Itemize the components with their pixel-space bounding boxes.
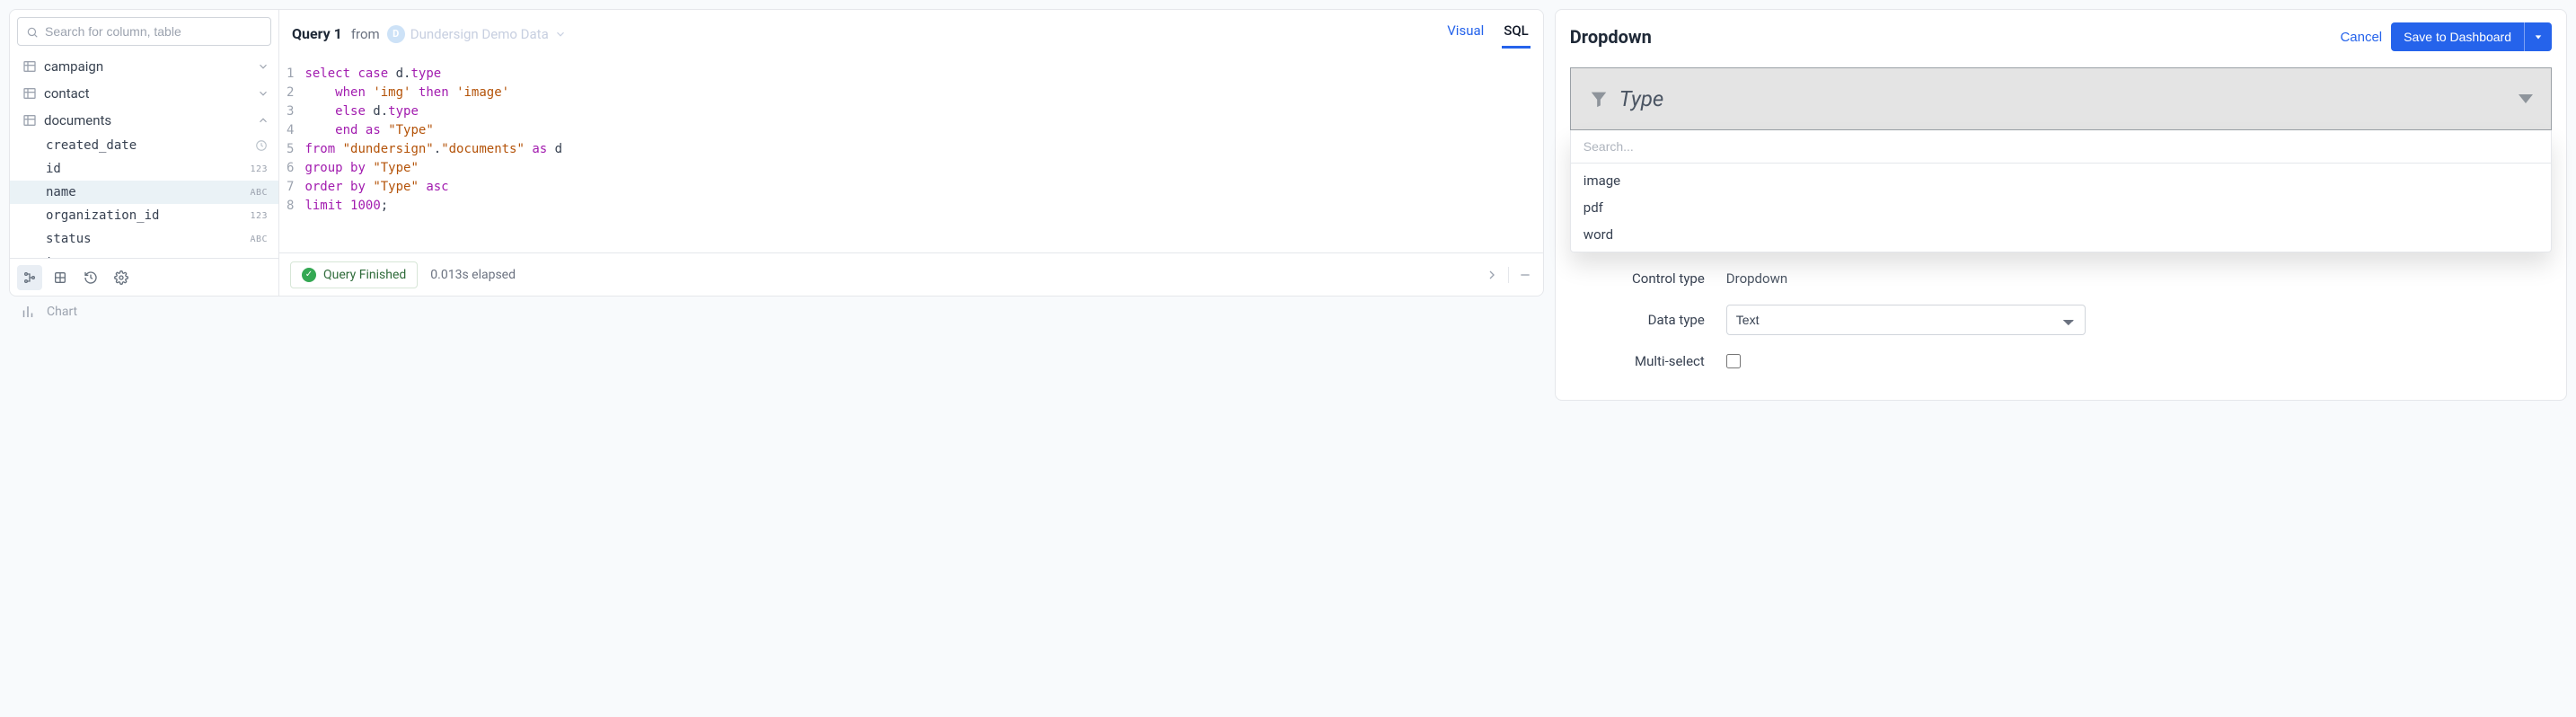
tab-visual[interactable]: Visual xyxy=(1445,19,1486,49)
data-type-select[interactable]: Text xyxy=(1726,305,2086,335)
datasource-icon: D xyxy=(387,25,405,43)
dropdown-search-input[interactable] xyxy=(1571,130,2551,164)
schema-search-input[interactable] xyxy=(17,17,271,46)
schema-tree-toggle[interactable] xyxy=(17,265,42,290)
table-icon xyxy=(22,59,37,74)
status-label: Query Finished xyxy=(323,268,406,282)
check-icon: ✓ xyxy=(302,268,316,282)
row-multi-select: Multi-select xyxy=(1570,344,2552,378)
divider xyxy=(1508,267,1509,283)
control-type-label: Control type xyxy=(1570,270,1705,287)
dropdown-option[interactable]: pdf xyxy=(1571,194,2551,221)
minimize-icon[interactable] xyxy=(1518,268,1532,282)
type-badge-number: 123 xyxy=(250,211,268,221)
chart-icon xyxy=(20,304,36,320)
table-icon xyxy=(22,86,37,101)
gear-icon xyxy=(114,270,128,285)
chevron-down-icon xyxy=(257,87,269,100)
chevron-right-icon[interactable] xyxy=(1485,268,1499,282)
save-dashboard-split-button: Save to Dashboard xyxy=(2391,22,2552,51)
status-elapsed: 0.013s elapsed xyxy=(430,268,516,282)
row-data-type: Data type Text xyxy=(1570,296,2552,344)
cancel-button[interactable]: Cancel xyxy=(2340,30,2382,45)
row-control-type: Control type Dropdown xyxy=(1570,261,2552,296)
column-organization_id[interactable]: organization_id 123 xyxy=(10,204,278,227)
editor-mode-tabs: Visual SQL xyxy=(1445,19,1531,49)
sql-editor[interactable]: 12345678 select case d.type when 'img' t… xyxy=(279,58,1543,252)
chevron-down-icon xyxy=(257,60,269,73)
clock-icon xyxy=(255,139,268,152)
column-status[interactable]: status ABC xyxy=(10,227,278,251)
column-id[interactable]: id 123 xyxy=(10,157,278,181)
schema-browser: campaign contact documents xyxy=(10,10,279,296)
filter-icon xyxy=(1589,89,1609,109)
code-lines: select case d.type when 'img' then 'imag… xyxy=(304,65,562,245)
dropdown-preview[interactable]: Type xyxy=(1570,67,2552,130)
schema-tree: campaign contact documents xyxy=(10,53,278,258)
table-label: documents xyxy=(44,112,257,128)
save-dashboard-button[interactable]: Save to Dashboard xyxy=(2391,22,2524,51)
dropdown-option[interactable]: image xyxy=(1571,167,2551,194)
table-campaign[interactable]: campaign xyxy=(10,53,278,80)
tree-icon xyxy=(22,270,37,285)
dropdown-popover: imagepdfword xyxy=(1570,130,2552,252)
chevron-down-icon xyxy=(554,28,567,40)
query-title: Query 1 xyxy=(292,25,342,42)
settings-toggle[interactable] xyxy=(109,265,134,290)
dropdown-config-panel: Dropdown Cancel Save to Dashboard Type i… xyxy=(1555,9,2567,401)
table-label: campaign xyxy=(44,58,257,75)
table-label: contact xyxy=(44,85,257,102)
table-contact[interactable]: contact xyxy=(10,80,278,107)
history-toggle[interactable] xyxy=(78,265,103,290)
panel-title: Dropdown xyxy=(1570,26,1652,48)
dropdown-options-list: imagepdfword xyxy=(1571,164,2551,252)
from-label: from xyxy=(351,26,380,42)
column-type[interactable]: type ABC xyxy=(10,251,278,258)
line-gutter: 12345678 xyxy=(287,65,304,245)
multi-select-label: Multi-select xyxy=(1570,353,1705,369)
data-type-label: Data type xyxy=(1570,312,1705,328)
table-icon xyxy=(22,113,37,128)
schema-grid-toggle[interactable] xyxy=(48,265,73,290)
control-type-value: Dropdown xyxy=(1726,270,1787,287)
save-dashboard-caret[interactable] xyxy=(2524,22,2552,51)
query-status-bar: ✓ Query Finished 0.013s elapsed xyxy=(279,252,1543,296)
query-status-pill[interactable]: ✓ Query Finished xyxy=(290,261,418,288)
query-editor-panel: Query 1 from D Dundersign Demo Data Visu… xyxy=(279,10,1543,296)
column-name[interactable]: name ABC xyxy=(10,181,278,204)
caret-down-icon xyxy=(2534,32,2543,41)
datasource-name: Dundersign Demo Data xyxy=(410,26,549,42)
type-badge-text: ABC xyxy=(250,188,268,198)
type-badge-number: 123 xyxy=(250,164,268,174)
grid-icon xyxy=(53,270,67,285)
search-icon xyxy=(26,26,39,39)
dropdown-preview-label: Type xyxy=(1619,86,1663,111)
column-created_date[interactable]: created_date xyxy=(10,134,278,157)
chevron-up-icon xyxy=(257,114,269,127)
history-icon xyxy=(84,270,98,285)
dropdown-option[interactable]: word xyxy=(1571,221,2551,248)
table-documents[interactable]: documents xyxy=(10,107,278,134)
multi-select-checkbox[interactable] xyxy=(1726,354,1741,368)
type-badge-text: ABC xyxy=(250,235,268,244)
results-tabs: Chart xyxy=(9,297,1544,327)
datasource-chip[interactable]: D Dundersign Demo Data xyxy=(387,25,567,43)
tab-chart[interactable]: Chart xyxy=(47,305,77,319)
caret-down-icon xyxy=(2519,94,2533,103)
tab-sql[interactable]: SQL xyxy=(1502,19,1531,49)
schema-toolbar xyxy=(10,258,278,296)
